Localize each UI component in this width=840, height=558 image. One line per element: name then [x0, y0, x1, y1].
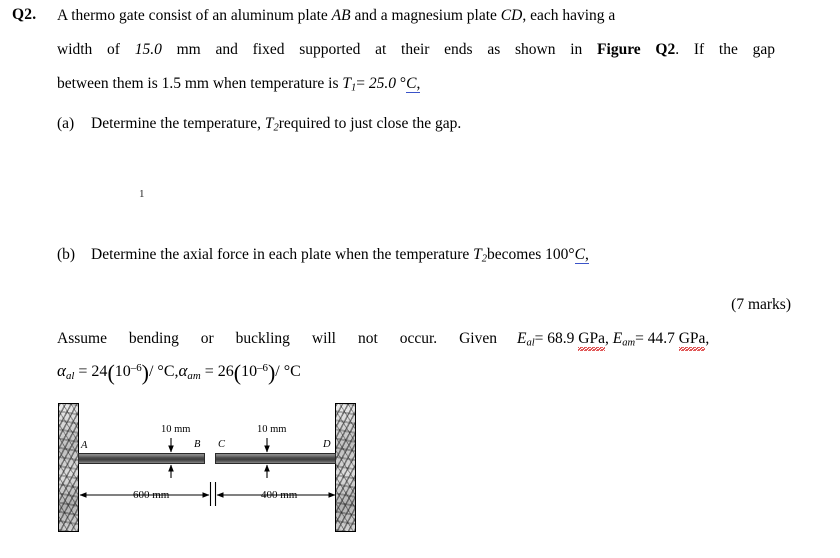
paren-close-1: ) — [141, 360, 149, 385]
plate-cd-symbol: CD — [500, 7, 523, 24]
stray-mark: 1 — [139, 188, 145, 200]
q-line1-mid: and a magnesium plate — [350, 7, 501, 24]
plate-ab-symbol: AB — [331, 7, 351, 24]
line3-tail: , — [416, 75, 421, 92]
modulus-symbol-am: E — [612, 330, 623, 347]
q-line3-eq: = — [356, 75, 369, 92]
alpha-am-subscript: am — [187, 369, 201, 382]
alpha-symbol-al: α — [57, 361, 66, 381]
document-page: Q2. A thermo gate consist of an aluminum… — [0, 0, 840, 558]
paren-open-2: ( — [233, 360, 242, 385]
q-line3-degree: ° — [396, 75, 407, 92]
celsius-unit-grammar-flag-b: C, — [574, 246, 589, 264]
alpha-am-eq: = 26 — [200, 363, 234, 381]
figure-q2-diagram: A B C D 10 mm 10 mm 600 mm 400 mm — [58, 398, 358, 540]
paren-open-1: ( — [107, 360, 115, 385]
gpa-unit-am: GPa — [678, 330, 706, 351]
part-b-text-mid: becomes 100° — [487, 246, 575, 263]
given-separator: , — [605, 330, 613, 347]
exponent-2: –6 — [257, 362, 268, 375]
alpha-al-eq: = 24 — [74, 363, 108, 381]
part-a: (a) Determine the temperature, T2required… — [57, 115, 461, 134]
figure-annotation-lines — [79, 438, 336, 506]
q-line2-mid: mm and fixed supported at their ends as … — [161, 41, 598, 58]
per-degc-2: / °C — [275, 363, 301, 381]
modulus-am-eq: = 44.7 — [635, 330, 679, 347]
question-line-1: A thermo gate consist of an aluminum pla… — [57, 6, 817, 26]
gpa-unit-al: GPa — [578, 330, 605, 351]
given-tail: , — [705, 330, 710, 347]
modulus-al-eq: = 68.9 — [534, 330, 579, 347]
given-modulus-values: Eal= 68.9 GPa, Eam= 44.7 GPa, — [517, 330, 710, 351]
q-line2-pre: width of — [57, 41, 135, 58]
q-line3-pre: between them is 1.5 mm when temperature … — [57, 75, 343, 92]
celsius-unit: C — [406, 75, 417, 92]
question-line-2: width of 15.0 mm and fixed supported at … — [57, 40, 775, 60]
part-b: (b) Determine the axial force in each pla… — [57, 246, 589, 265]
part-a-text-post: required to just close the gap. — [278, 115, 462, 132]
width-value: 15.0 — [134, 41, 162, 58]
exponent-1: –6 — [130, 362, 142, 375]
per-degc-1: / °C, — [148, 363, 179, 381]
temperature-symbol-t2-a: T — [264, 115, 274, 132]
t1-value: 25.0 — [368, 75, 397, 92]
part-b-tail: , — [584, 246, 589, 263]
ten-base-1: 10 — [114, 363, 131, 381]
q-line1-pre: A thermo gate consist of an aluminum pla… — [57, 7, 332, 24]
celsius-unit-b: C — [574, 246, 585, 263]
q-line1-post: , each having a — [522, 7, 616, 24]
temperature-symbol-t2-b: T — [473, 246, 482, 263]
ten-base-2: 10 — [241, 363, 258, 381]
assume-statement: Assume bending or buckling will not occu… — [57, 330, 497, 347]
question-number: Q2. — [12, 6, 37, 23]
part-b-label: (b) — [57, 246, 76, 263]
q-line2-post: . If the gap — [675, 41, 776, 58]
part-a-text-pre: Determine the temperature, — [91, 115, 265, 132]
part-b-text-pre: Determine the axial force in each plate … — [91, 246, 474, 263]
question-line-3: between them is 1.5 mm when temperature … — [57, 74, 817, 99]
modulus-al-subscript: al — [526, 337, 535, 349]
part-a-label: (a) — [57, 115, 75, 132]
marks-allocation: (7 marks) — [731, 296, 791, 313]
figure-reference: Figure Q2 — [597, 41, 676, 58]
thermal-expansion-coefficients: αal = 24(10–6)/ °C,αam = 26(10–6)/ °C — [57, 360, 301, 386]
celsius-unit-grammar-flag: C, — [406, 75, 421, 93]
temperature-symbol-t1: T — [342, 75, 352, 92]
modulus-am-subscript: am — [622, 337, 636, 349]
